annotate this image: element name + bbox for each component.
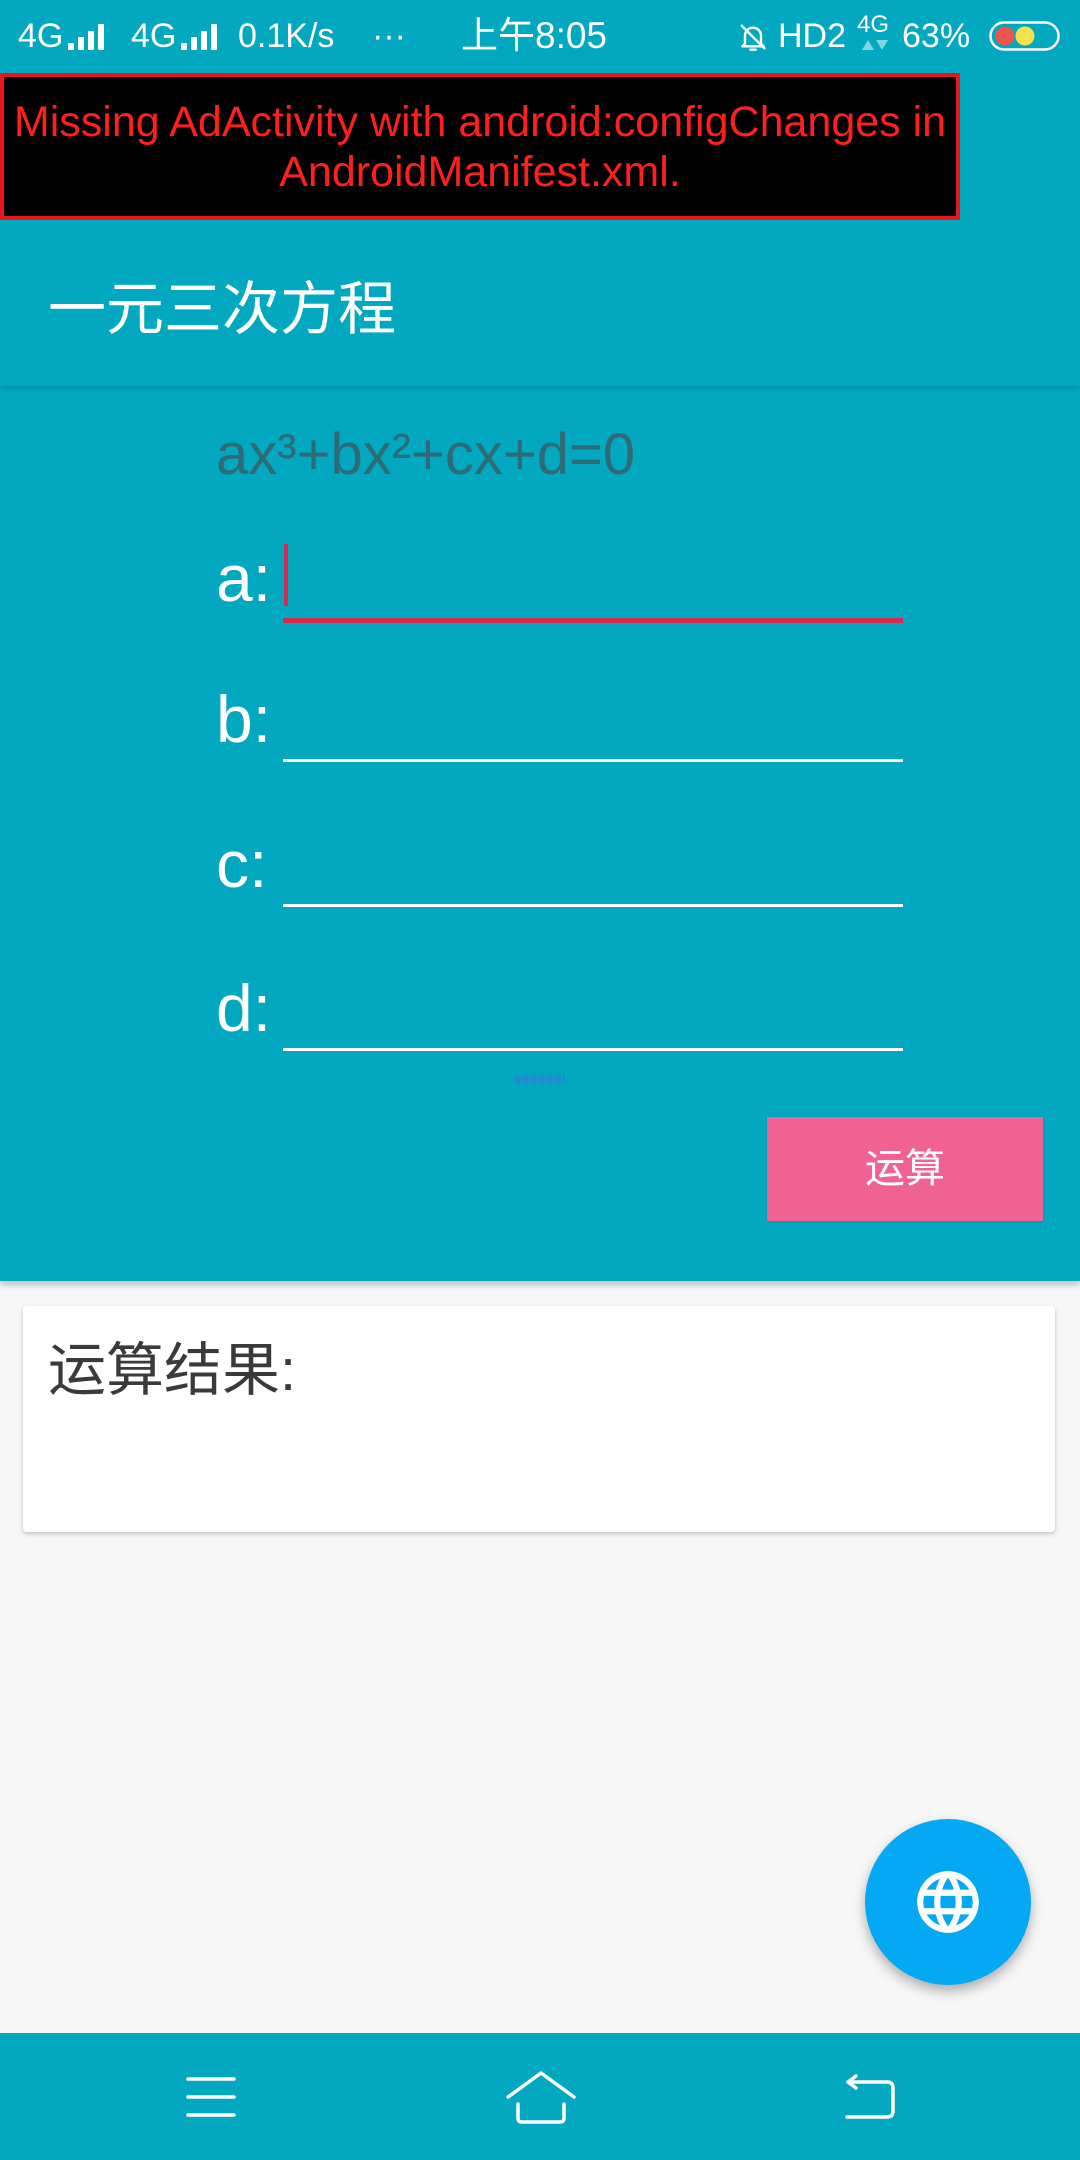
coefficient-a-input-wrapper[interactable] [283, 544, 903, 623]
sim1-network-label: 4G [18, 17, 64, 55]
signal-bars-icon [68, 24, 104, 50]
data-arrows-icon [862, 40, 888, 50]
coefficient-c-input[interactable] [283, 832, 903, 904]
ad-error-message-line1: Missing AdActivity with android:configCh… [13, 97, 947, 146]
result-card: 运算结果: [23, 1306, 1055, 1532]
text-cursor [284, 544, 288, 606]
nav-home-button[interactable] [441, 2033, 641, 2160]
status-bar: 4G 4G 0.1K/s ··· 上午8:05 HD2 4G 63% [0, 0, 1080, 72]
field-label-c: c: [216, 827, 268, 901]
net-speed: 0.1K/s [238, 17, 335, 55]
field-row-a: a: [0, 541, 1080, 623]
sim2-network-label: 4G [131, 17, 177, 55]
globe-icon [917, 1871, 979, 1933]
clock: 上午8:05 [461, 15, 608, 56]
equation-formula: ax³+bx²+cx+d=0 [216, 422, 636, 487]
coefficient-c-input-wrapper[interactable] [283, 832, 903, 907]
ad-error-message-line2: AndroidManifest.xml. [279, 147, 681, 196]
ad-view-placeholder [515, 1075, 565, 1084]
coefficient-input-panel: ax³+bx²+cx+d=0 a: b: c: d: 运算 [0, 386, 1080, 1281]
battery-icon [989, 21, 1060, 51]
field-label-a: a: [216, 541, 272, 615]
coefficient-b-input[interactable] [283, 687, 903, 759]
nav-menu-button[interactable] [111, 2033, 311, 2160]
nav-back-button[interactable] [769, 2033, 969, 2160]
page-title: 一元三次方程 [48, 277, 397, 342]
compute-button[interactable]: 运算 [767, 1117, 1043, 1221]
coefficient-b-input-wrapper[interactable] [283, 687, 903, 762]
coefficient-d-input-wrapper[interactable] [283, 976, 903, 1051]
field-label-b: b: [216, 682, 272, 756]
ad-error-banner: Missing AdActivity with android:configCh… [0, 73, 960, 220]
language-fab-button[interactable] [865, 1819, 1031, 1985]
home-icon [506, 2070, 576, 2124]
menu-icon [186, 2076, 236, 2117]
field-row-b: b: [0, 682, 1080, 764]
more-notifications-indicator: ··· [372, 17, 406, 55]
coefficient-a-input[interactable] [283, 546, 903, 618]
field-row-d: d: [0, 971, 1080, 1053]
field-row-c: c: [0, 827, 1080, 909]
battery-percent: 63% [902, 17, 971, 55]
result-title: 运算结果: [48, 1338, 297, 1403]
signal-bars-icon [181, 24, 217, 50]
bell-off-icon [740, 24, 766, 51]
coefficient-d-input[interactable] [283, 976, 903, 1048]
back-icon [845, 2073, 895, 2119]
data-network-label: 4G [857, 11, 890, 38]
field-label-d: d: [216, 971, 272, 1045]
system-navigation-bar [0, 2033, 1080, 2160]
hd-voice-label: HD2 [778, 17, 847, 55]
